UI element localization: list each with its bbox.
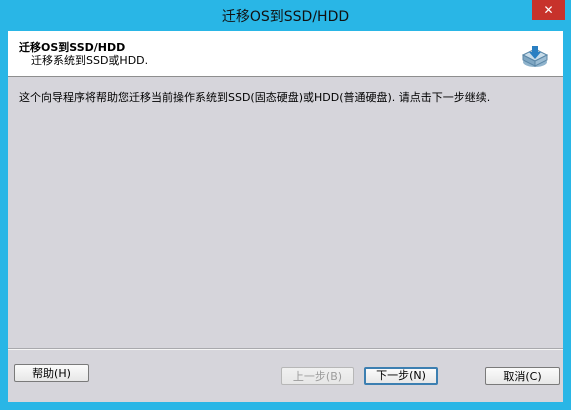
wizard-client-area: 迁移OS到SSD/HDD 迁移系统到SSD或HDD. 这个向导程序将帮助您迁移当… — [8, 31, 563, 402]
next-button[interactable]: 下一步(N) — [364, 367, 438, 385]
back-button[interactable]: 上一步(B) — [281, 367, 354, 385]
wizard-header: 迁移OS到SSD/HDD 迁移系统到SSD或HDD. — [8, 31, 563, 77]
window-title: 迁移OS到SSD/HDD — [221, 9, 350, 25]
header-subtitle: 迁移系统到SSD或HDD. — [31, 54, 149, 67]
help-button[interactable]: 帮助(H) — [14, 364, 89, 382]
disk-migrate-icon — [521, 46, 549, 67]
title-bar[interactable]: 迁移OS到SSD/HDD ✕ — [0, 0, 571, 31]
wizard-window: 迁移OS到SSD/HDD ✕ 迁移OS到SSD/HDD 迁移系统到SSD或HDD… — [0, 0, 571, 410]
footer-divider — [8, 348, 563, 350]
cancel-button[interactable]: 取消(C) — [485, 367, 560, 385]
wizard-description: 这个向导程序将帮助您迁移当前操作系统到SSD(固态硬盘)或HDD(普通硬盘). … — [19, 91, 491, 104]
close-icon[interactable]: ✕ — [532, 0, 565, 20]
